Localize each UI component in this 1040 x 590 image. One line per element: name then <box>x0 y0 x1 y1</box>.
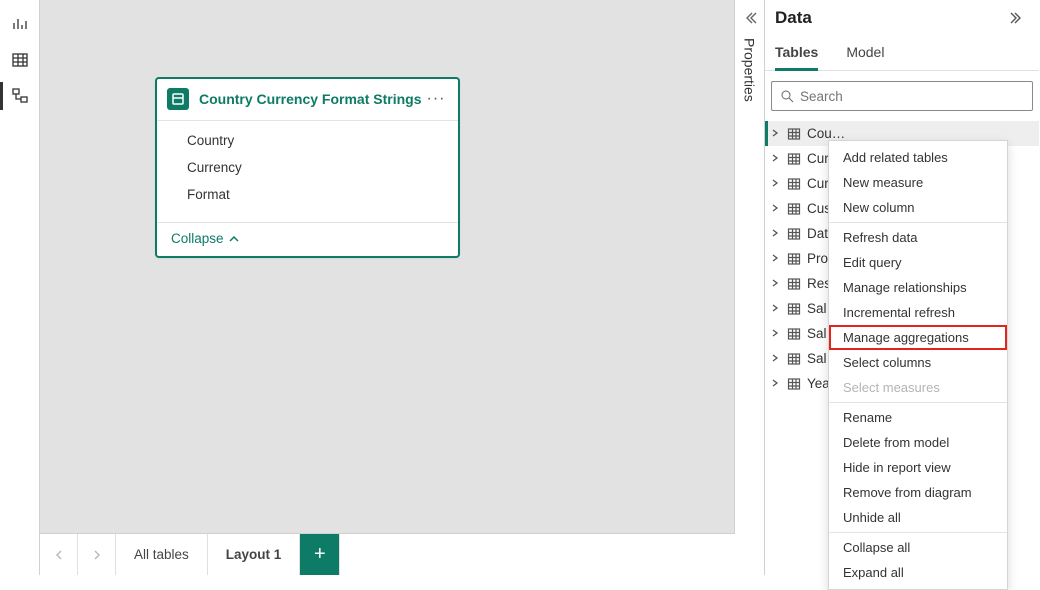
add-layout-button[interactable]: + <box>300 534 340 575</box>
data-tab-tables[interactable]: Tables <box>775 36 818 70</box>
data-search-box[interactable] <box>771 81 1033 111</box>
menu-separator <box>829 402 1007 403</box>
menu-separator <box>829 532 1007 533</box>
table-icon <box>787 202 801 216</box>
chevron-right-icon <box>771 228 785 240</box>
table-card-collapse[interactable]: Collapse <box>157 222 458 256</box>
table-card-header: Country Currency Format Strings ··· <box>157 79 458 121</box>
layout-tab[interactable]: Layout 1 <box>208 534 301 575</box>
data-tab-model[interactable]: Model <box>846 36 884 70</box>
context-menu-item[interactable]: Delete from model <box>829 430 1007 455</box>
table-icon <box>787 377 801 391</box>
expand-data-panel-icon[interactable] <box>1005 6 1029 30</box>
data-panel-header: Data <box>765 0 1039 32</box>
context-menu-item[interactable]: Refresh data <box>829 225 1007 250</box>
context-menu-item[interactable]: Incremental refresh <box>829 300 1007 325</box>
chevron-right-icon <box>771 178 785 190</box>
context-menu-item[interactable]: Unhide all <box>829 505 1007 530</box>
context-menu-item[interactable]: Manage relationships <box>829 275 1007 300</box>
context-menu-item[interactable]: Hide in report view <box>829 455 1007 480</box>
expand-properties-icon[interactable] <box>740 8 760 28</box>
view-rail <box>0 0 40 575</box>
table-icon <box>787 277 801 291</box>
table-card-title: Country Currency Format Strings <box>199 91 421 107</box>
properties-label: Properties <box>742 38 758 102</box>
chevron-right-icon <box>771 153 785 165</box>
chevron-right-icon <box>771 128 785 140</box>
context-menu-item[interactable]: Remove from diagram <box>829 480 1007 505</box>
chevron-right-icon <box>771 278 785 290</box>
table-icon <box>787 327 801 341</box>
report-view-icon[interactable] <box>0 6 40 42</box>
context-menu-item[interactable]: Select columns <box>829 350 1007 375</box>
model-view-icon[interactable] <box>0 78 40 114</box>
chevron-up-icon <box>228 233 240 245</box>
table-list-item-label: Cou… <box>807 126 845 141</box>
tabstrip-next-icon[interactable] <box>78 534 116 575</box>
table-field[interactable]: Currency <box>157 154 458 181</box>
context-menu-item[interactable]: Edit query <box>829 250 1007 275</box>
chevron-right-icon <box>771 253 785 265</box>
layout-tab-label: Layout 1 <box>226 547 282 562</box>
table-icon <box>787 152 801 166</box>
layout-tabstrip: All tables Layout 1 + <box>40 533 735 575</box>
chevron-right-icon <box>771 378 785 390</box>
context-menu-item[interactable]: Collapse all <box>829 535 1007 560</box>
tabstrip-prev-icon[interactable] <box>40 534 78 575</box>
layout-tab-label: All tables <box>134 547 189 562</box>
table-context-menu: Add related tablesNew measureNew column R… <box>828 140 1008 590</box>
chevron-right-icon <box>771 353 785 365</box>
context-menu-item[interactable]: New column <box>829 195 1007 220</box>
context-menu-item[interactable]: Rename <box>829 405 1007 430</box>
search-input[interactable] <box>800 89 1024 104</box>
model-canvas[interactable]: Country Currency Format Strings ··· Coun… <box>40 0 735 533</box>
collapse-label: Collapse <box>171 231 224 246</box>
data-view-icon[interactable] <box>0 42 40 78</box>
search-icon <box>780 89 794 103</box>
table-icon <box>787 227 801 241</box>
table-card[interactable]: Country Currency Format Strings ··· Coun… <box>155 77 460 258</box>
menu-separator <box>829 222 1007 223</box>
context-menu-item[interactable]: Manage aggregations <box>829 325 1007 350</box>
context-menu-item[interactable]: New measure <box>829 170 1007 195</box>
model-canvas-wrap: Country Currency Format Strings ··· Coun… <box>40 0 735 575</box>
table-card-more-icon[interactable]: ··· <box>424 87 448 111</box>
table-field[interactable]: Format <box>157 181 458 208</box>
table-icon <box>787 177 801 191</box>
chevron-right-icon <box>771 328 785 340</box>
context-menu-item: Select measures <box>829 375 1007 400</box>
table-header-icon <box>167 88 189 110</box>
data-panel-tabs: Tables Model <box>765 32 1039 71</box>
context-menu-item[interactable]: Add related tables <box>829 145 1007 170</box>
chevron-right-icon <box>771 303 785 315</box>
table-field[interactable]: Country <box>157 127 458 154</box>
table-card-body: Country Currency Format <box>157 121 458 222</box>
table-icon <box>787 127 801 141</box>
data-panel-title: Data <box>775 8 812 28</box>
table-icon <box>787 252 801 266</box>
layout-tab[interactable]: All tables <box>116 534 208 575</box>
table-icon <box>787 352 801 366</box>
table-icon <box>787 302 801 316</box>
chevron-right-icon <box>771 203 785 215</box>
properties-panel-collapsed[interactable]: Properties <box>735 0 765 575</box>
context-menu-item[interactable]: Expand all <box>829 560 1007 585</box>
